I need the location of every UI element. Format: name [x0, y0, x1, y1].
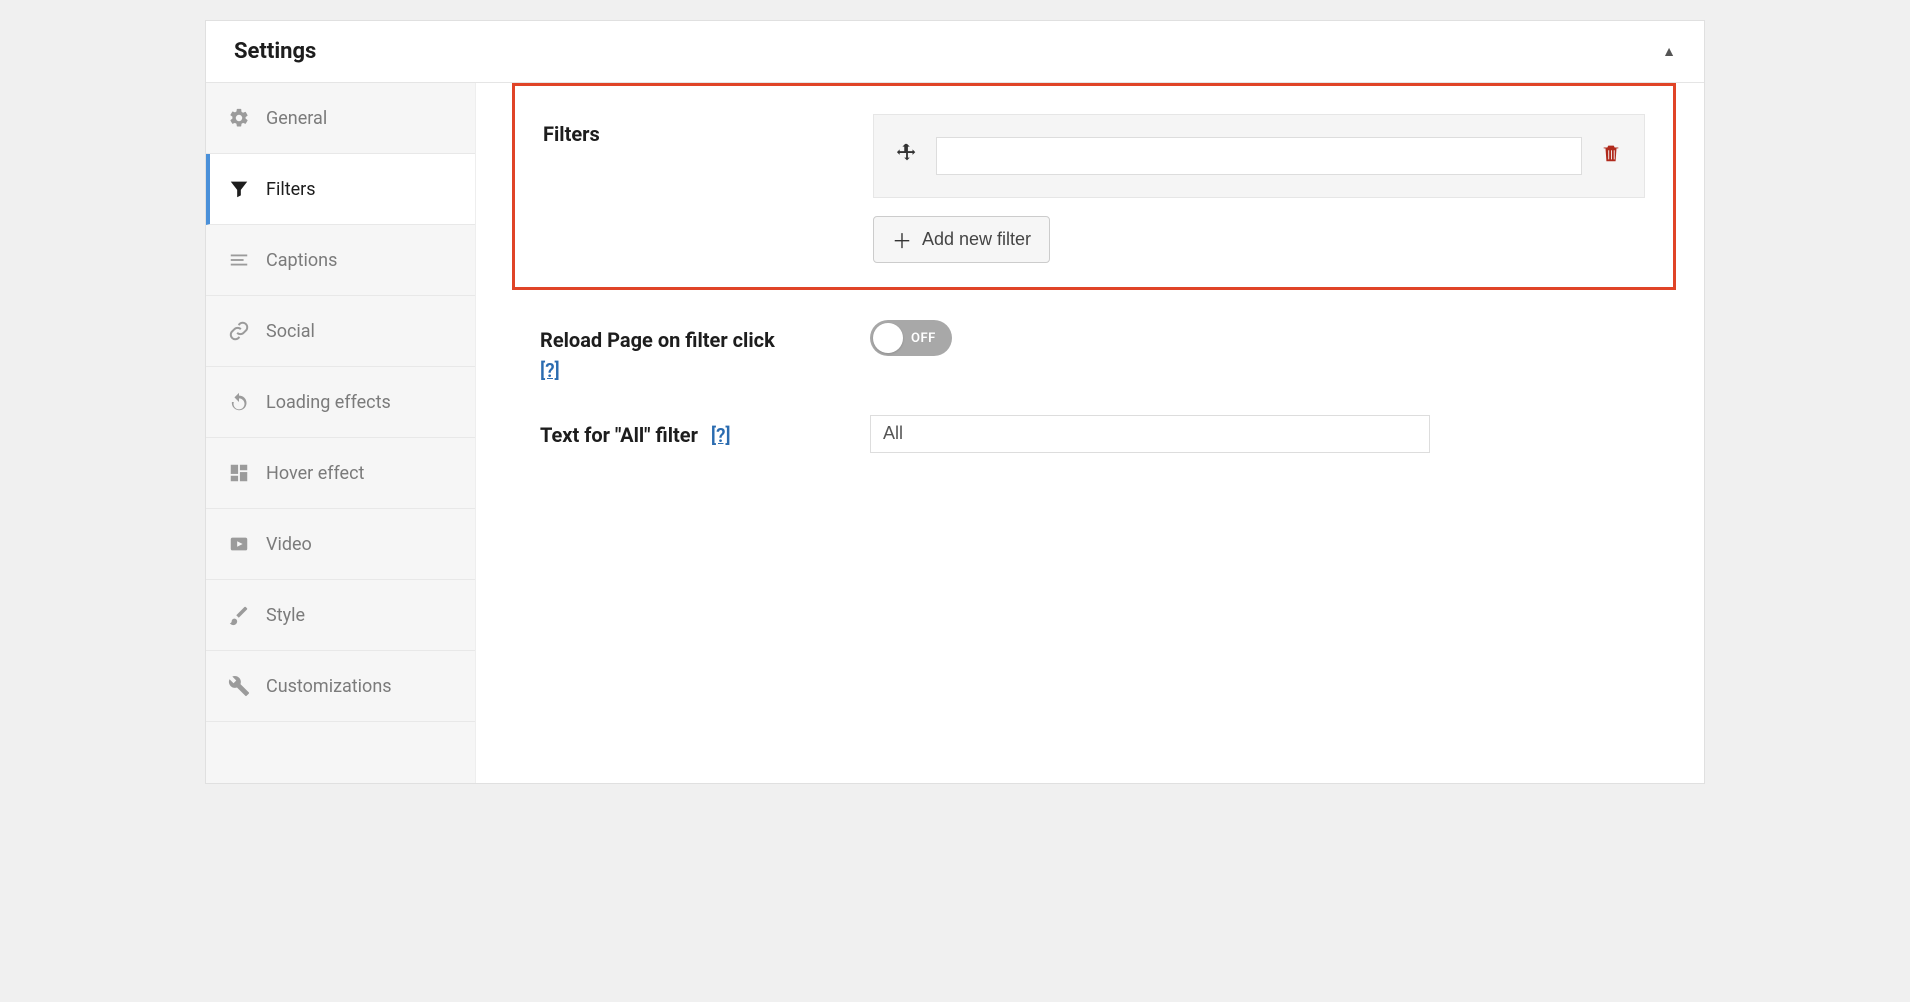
sidebar-item-label: Hover effect [266, 463, 364, 484]
brush-icon [228, 604, 250, 626]
filters-control: ＋ Add new filter [873, 114, 1645, 263]
add-new-filter-button[interactable]: ＋ Add new filter [873, 216, 1050, 263]
filters-label: Filters [543, 114, 843, 148]
sidebar-item-filters[interactable]: Filters [206, 154, 475, 225]
filters-row: Filters ＋ Add [543, 114, 1645, 263]
sidebar-item-label: Filters [266, 179, 316, 200]
panel-title: Settings [234, 39, 316, 64]
play-icon [228, 533, 250, 555]
sidebar-item-style[interactable]: Style [206, 580, 475, 651]
all-filter-text-input[interactable] [870, 415, 1430, 453]
settings-sidebar: General Filters Captions Social [206, 83, 476, 783]
sidebar-item-general[interactable]: General [206, 83, 475, 154]
sidebar-item-hover-effect[interactable]: Hover effect [206, 438, 475, 509]
filter-name-input[interactable] [936, 137, 1582, 175]
settings-panel: Settings ▲ General Filters Caption [205, 20, 1705, 784]
reload-help-link[interactable]: [?] [540, 358, 560, 385]
filter-item [873, 114, 1645, 198]
captions-icon [228, 249, 250, 271]
filter-icon [228, 178, 250, 200]
reload-label: Reload Page on filter click [?] [540, 320, 840, 385]
reload-toggle[interactable]: OFF [870, 320, 952, 356]
grid-icon [228, 462, 250, 484]
sidebar-item-customizations[interactable]: Customizations [206, 651, 475, 722]
sidebar-item-label: Style [266, 605, 305, 626]
toggle-knob [873, 323, 903, 353]
all-text-label-wrap: Text for "All" filter [?] [540, 415, 840, 450]
sidebar-item-captions[interactable]: Captions [206, 225, 475, 296]
all-text-row: Text for "All" filter [?] [540, 415, 1648, 453]
sidebar-item-label: Customizations [266, 676, 392, 697]
sidebar-item-loading-effects[interactable]: Loading effects [206, 367, 475, 438]
panel-body: General Filters Captions Social [206, 83, 1704, 783]
plus-icon: ＋ [892, 225, 912, 254]
filters-highlight-box: Filters ＋ Add [512, 83, 1676, 290]
sidebar-item-label: Social [266, 321, 315, 342]
all-text-help-link[interactable]: [?] [711, 424, 731, 447]
collapse-icon[interactable]: ▲ [1662, 43, 1676, 60]
toggle-state-label: OFF [911, 331, 936, 346]
sidebar-item-social[interactable]: Social [206, 296, 475, 367]
trash-icon[interactable] [1600, 142, 1622, 170]
sidebar-item-label: Video [266, 534, 312, 555]
settings-content: Filters ＋ Add [476, 83, 1704, 783]
wrench-icon [228, 675, 250, 697]
all-text-control [870, 415, 1648, 453]
gear-icon [228, 107, 250, 129]
sidebar-item-label: General [266, 108, 327, 129]
drag-handle-icon[interactable] [896, 142, 918, 170]
sidebar-item-label: Loading effects [266, 392, 391, 413]
reload-icon [228, 391, 250, 413]
sidebar-item-label: Captions [266, 250, 337, 271]
add-filter-label: Add new filter [922, 229, 1031, 250]
reload-control: OFF [870, 320, 1648, 357]
all-text-label: Text for "All" filter [540, 423, 698, 447]
link-icon [228, 320, 250, 342]
reload-row: Reload Page on filter click [?] OFF [540, 320, 1648, 385]
panel-header: Settings ▲ [206, 21, 1704, 83]
sidebar-item-video[interactable]: Video [206, 509, 475, 580]
reload-label-text: Reload Page on filter click [540, 326, 840, 354]
